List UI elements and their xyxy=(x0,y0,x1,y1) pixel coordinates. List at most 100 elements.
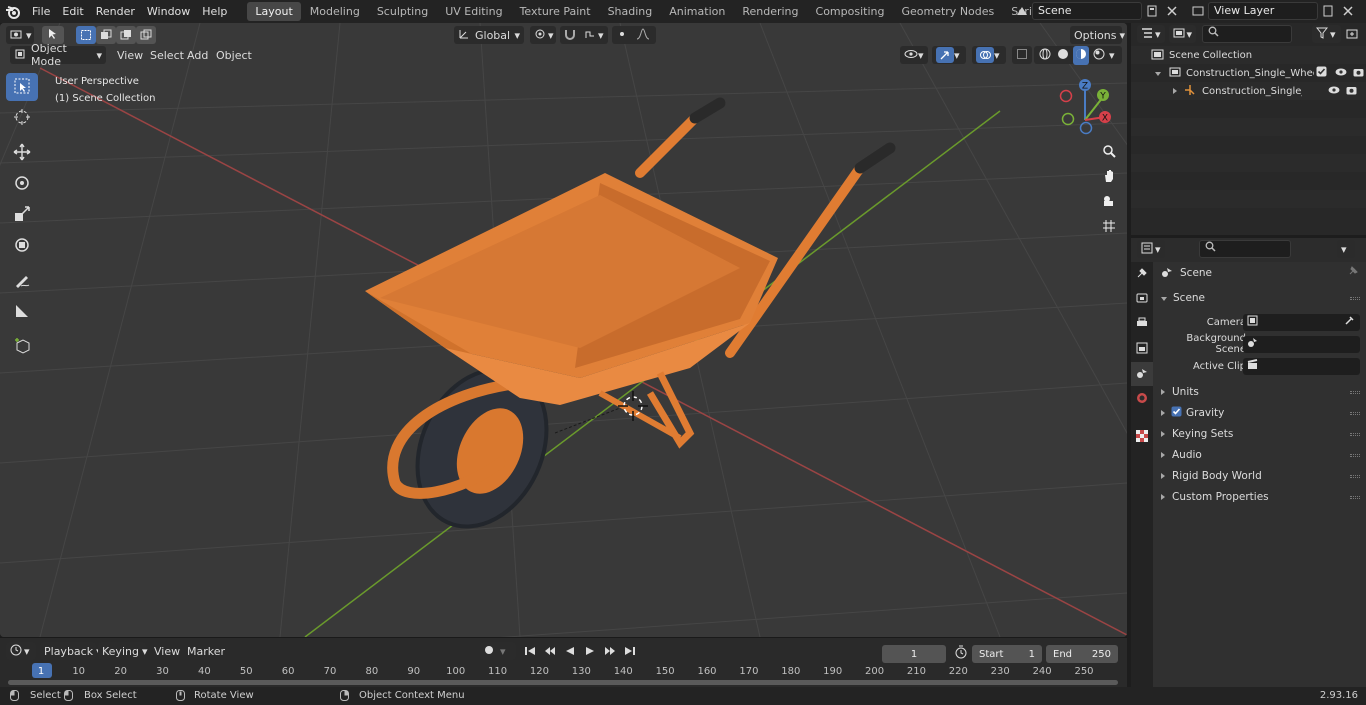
workspace-tab-compositing[interactable]: Compositing xyxy=(808,2,893,21)
timeline-menu-view[interactable]: View xyxy=(154,643,180,661)
visibility-dropdown[interactable]: ▾ xyxy=(900,46,928,64)
menu-render[interactable]: Render xyxy=(90,0,141,23)
gizmo-toggle[interactable]: ▾ xyxy=(932,46,966,64)
select-extend-icon[interactable] xyxy=(96,26,116,44)
move-tool[interactable] xyxy=(6,139,38,167)
transform-tool[interactable] xyxy=(6,232,38,260)
view-layer-icon[interactable] xyxy=(1188,2,1208,20)
stopwatch-icon[interactable] xyxy=(954,645,968,662)
start-frame-field[interactable]: Start 1 xyxy=(972,645,1042,663)
audio-panel-header[interactable]: Audio xyxy=(1153,445,1366,465)
tab-world[interactable] xyxy=(1131,387,1153,411)
tab-texture[interactable] xyxy=(1131,425,1153,449)
new-scene-icon[interactable] xyxy=(1142,2,1162,20)
timeline-menu-marker[interactable]: Marker xyxy=(187,643,225,661)
exclude-checkbox-icon[interactable] xyxy=(1316,66,1327,80)
menu-edit[interactable]: Edit xyxy=(56,0,89,23)
outliner-filter-button[interactable]: ▾ xyxy=(1312,25,1341,43)
outliner-scene-collection-row[interactable]: Scene Collection xyxy=(1131,46,1366,64)
timeline-scrollbar-thumb[interactable] xyxy=(8,680,1118,685)
outliner-editor-type-button[interactable]: ▾ xyxy=(1137,25,1165,43)
properties-editor-type-button[interactable]: ▾ xyxy=(1137,240,1165,258)
menu-help[interactable]: Help xyxy=(196,0,233,23)
scene-panel-header[interactable]: Scene xyxy=(1153,288,1366,308)
playback-menu[interactable]: Playback▾ xyxy=(40,642,102,660)
rendered-shading-icon[interactable] xyxy=(1092,47,1106,64)
camera-view-button[interactable] xyxy=(1098,191,1120,213)
workspace-tab-rendering[interactable]: Rendering xyxy=(734,2,806,21)
menu-file[interactable]: File xyxy=(26,0,56,23)
annotate-tool[interactable] xyxy=(6,267,38,295)
eye-icon[interactable] xyxy=(1328,85,1340,98)
outliner-search-input[interactable] xyxy=(1202,25,1293,43)
select-subtract-icon[interactable] xyxy=(116,26,136,44)
snapping-group[interactable]: ▾ xyxy=(560,26,608,44)
active-clip-field[interactable] xyxy=(1243,357,1360,375)
workspace-tab-uv-editing[interactable]: UV Editing xyxy=(437,2,510,21)
delete-scene-icon[interactable] xyxy=(1162,2,1182,20)
units-panel-header[interactable]: Units xyxy=(1153,382,1366,402)
new-collection-icon[interactable] xyxy=(1343,25,1362,43)
proportional-editing-group[interactable] xyxy=(612,26,656,44)
jump-prev-keyframe-icon[interactable] xyxy=(540,642,560,660)
expand-arrow-icon[interactable] xyxy=(1173,86,1177,97)
jump-next-keyframe-icon[interactable] xyxy=(600,642,620,660)
workspace-tab-layout[interactable]: Layout xyxy=(247,2,301,21)
workspace-tab-animation[interactable]: Animation xyxy=(661,2,733,21)
cursor-tool[interactable] xyxy=(6,104,38,132)
pan-button[interactable] xyxy=(1098,166,1120,188)
measure-tool[interactable] xyxy=(6,298,38,326)
viewport-scene[interactable]: Z Y X xyxy=(0,23,1127,637)
transform-orientation-dropdown[interactable]: Global ▾ xyxy=(454,26,524,44)
solid-shading-icon[interactable] xyxy=(1056,47,1070,64)
mode-dropdown[interactable]: Object Mode ▾ xyxy=(10,42,106,68)
tab-scene[interactable] xyxy=(1131,362,1153,386)
scale-tool[interactable] xyxy=(6,201,38,229)
custom-properties-panel-header[interactable]: Custom Properties xyxy=(1153,487,1366,507)
ortho-toggle-button[interactable] xyxy=(1098,216,1120,238)
display-mode-button[interactable]: ▾ xyxy=(1168,25,1197,43)
scene-name-field[interactable]: Scene xyxy=(1032,2,1142,20)
camera-render-icon[interactable] xyxy=(1346,85,1357,98)
zoom-button[interactable] xyxy=(1098,141,1120,163)
menu-window[interactable]: Window xyxy=(141,0,196,23)
overlays-toggle[interactable]: ▾ xyxy=(972,46,1006,64)
gravity-panel-header[interactable]: Gravity xyxy=(1153,403,1366,423)
eyedropper-icon[interactable] xyxy=(1344,315,1355,329)
workspace-tab-geometry-nodes[interactable]: Geometry Nodes xyxy=(893,2,1002,21)
add-cube-tool[interactable] xyxy=(6,333,38,361)
panel-drag-grip[interactable] xyxy=(1350,432,1360,436)
new-view-layer-icon[interactable] xyxy=(1318,2,1338,20)
keying-sets-panel-header[interactable]: Keying Sets xyxy=(1153,424,1366,444)
material-shading-icon[interactable] xyxy=(1073,45,1089,65)
tab-render[interactable] xyxy=(1131,287,1153,311)
jump-start-icon[interactable] xyxy=(520,642,540,660)
current-frame-field[interactable]: 1 xyxy=(882,645,946,663)
editor-type-button[interactable]: ▾ xyxy=(6,26,34,44)
rotate-tool[interactable] xyxy=(6,170,38,198)
camera-render-icon[interactable] xyxy=(1353,67,1364,80)
timeline-editor-type-button[interactable]: ▾ xyxy=(6,642,36,660)
auto-keying-toggle[interactable]: ▾ xyxy=(480,642,516,660)
background-scene-field[interactable] xyxy=(1243,335,1360,353)
play-reverse-icon[interactable] xyxy=(560,642,580,660)
outliner-object-row[interactable]: Construction_Single_Whe xyxy=(1131,82,1366,100)
pin-icon[interactable] xyxy=(1347,266,1358,280)
wireframe-shading-icon[interactable] xyxy=(1038,47,1052,64)
panel-drag-grip[interactable] xyxy=(1350,453,1360,457)
select-intersect-icon[interactable] xyxy=(136,26,156,44)
end-frame-field[interactable]: End 250 xyxy=(1046,645,1118,663)
jump-end-icon[interactable] xyxy=(620,642,640,660)
camera-field[interactable] xyxy=(1243,313,1360,331)
select-box-tool[interactable] xyxy=(6,73,38,101)
blender-logo-icon[interactable] xyxy=(0,0,26,23)
pivot-point-dropdown[interactable]: ▾ xyxy=(530,26,556,44)
xray-toggle[interactable] xyxy=(1012,46,1032,64)
workspace-tab-shading[interactable]: Shading xyxy=(600,2,661,21)
workspace-tab-sculpting[interactable]: Sculpting xyxy=(369,2,436,21)
panel-drag-grip[interactable] xyxy=(1350,390,1360,394)
panel-drag-grip[interactable] xyxy=(1350,474,1360,478)
menu-object[interactable]: Object xyxy=(210,47,258,65)
gravity-checkbox-icon[interactable] xyxy=(1171,406,1182,420)
panel-drag-grip[interactable] xyxy=(1350,495,1360,499)
